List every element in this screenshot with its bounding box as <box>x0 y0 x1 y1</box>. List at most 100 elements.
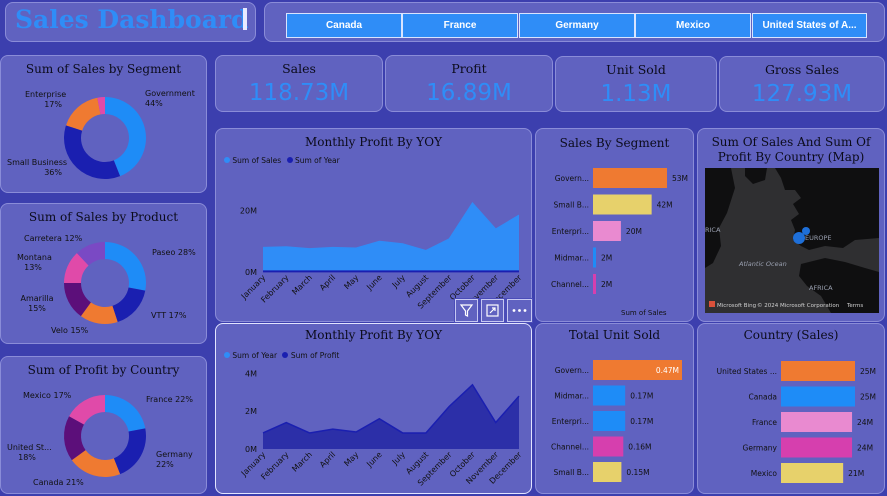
chart-title: Sum Of Sales And Sum Of Profit By Countr… <box>711 135 871 164</box>
country-slicer-card: Canada France Germany Mexico United Stat… <box>264 2 885 42</box>
bar <box>781 386 855 407</box>
bar-chart-segment[interactable]: Govern... 53M Small B... 42M Enterpri... 20M M… <box>536 129 695 323</box>
donut-chart-product[interactable] <box>1 204 208 345</box>
slicer-button-germany[interactable]: Germany <box>519 13 635 38</box>
kpi-card-unit-sold: Unit Sold 1.13M <box>555 56 717 112</box>
bar-value-label: 24M <box>857 418 873 427</box>
donut-card-product: Sum of Sales by Product Carretera 12% Pa… <box>0 203 207 344</box>
label-mexico: Mexico 17% <box>23 391 72 400</box>
slicer-button-united-states[interactable]: United States of A... <box>752 13 867 38</box>
bar <box>781 412 853 432</box>
x-tick-label: May <box>342 450 360 468</box>
label-government: Government 44% <box>145 89 195 108</box>
bar-category-label: Enterpri... <box>552 227 589 236</box>
x-tick-label: June <box>364 273 383 292</box>
slicer-button-france[interactable]: France <box>402 13 518 38</box>
donut-slice-france <box>105 395 146 432</box>
kpi-value: 118.73M <box>248 80 350 106</box>
bar-value-label: 20M <box>626 227 642 236</box>
bar-category-label: Canada <box>748 393 777 402</box>
label-vtt: VTT 17% <box>151 311 187 320</box>
map-label-africa: AFRICA <box>809 284 833 292</box>
bar-value-label: 24M <box>857 444 873 453</box>
bar-value-label: 25M <box>860 393 876 402</box>
x-tick-label: April <box>318 273 337 292</box>
bar-category-label: Channel... <box>551 280 589 289</box>
x-tick-label: May <box>342 273 360 291</box>
y-tick-label: 20M <box>240 206 257 215</box>
bar-value-label: 0.17M <box>630 417 653 426</box>
x-tick-label: June <box>364 450 383 469</box>
more-options-icon[interactable] <box>507 299 532 322</box>
kpi-value: 1.13M <box>600 81 672 107</box>
bar-category-label: Small B... <box>553 201 589 210</box>
label-paseo: Paseo 28% <box>152 248 196 257</box>
area-series-1 <box>263 202 519 272</box>
area-chart-profit[interactable]: 4M2M0MJanuaryFebruary March April May June Ju… <box>216 324 533 495</box>
bar-chart-units[interactable]: Govern... 0.47M Midmar... 0.17M Enterpri... 0… <box>536 324 695 495</box>
bar-chart-country[interactable]: United States ... 25M Canada 25M France 24M Ge… <box>698 324 886 495</box>
donut-card-segment: Sum of Sales by Segment Government 44% En… <box>0 55 207 193</box>
label-france: France 22% <box>146 395 193 404</box>
bar <box>593 274 596 294</box>
bar <box>593 462 622 482</box>
monthly-profit-card: Monthly Profit By YOY Sum of Year Sum of… <box>215 323 532 494</box>
filter-icon[interactable] <box>455 299 478 322</box>
map-view[interactable]: EUROPE Atlantic Ocean AFRICA RICA Micros… <box>705 168 879 313</box>
bar-category-label: Midmar... <box>554 254 589 263</box>
label-enterprise: Enterprise 17% <box>25 90 67 109</box>
kpi-label: Gross Sales <box>764 62 840 77</box>
donut-slice-paseo <box>105 242 146 291</box>
map-terms: Terms <box>846 303 863 309</box>
bar <box>781 437 853 458</box>
bar <box>781 361 855 381</box>
x-tick-label: March <box>290 273 314 297</box>
bar-category-label: Mexico <box>751 469 778 478</box>
focus-mode-icon[interactable] <box>481 299 504 322</box>
kpi-card-profit: Profit 16.89M <box>385 55 553 112</box>
label-velo: Velo 15% <box>51 326 89 335</box>
x-tick-label: April <box>318 450 337 469</box>
kpi-value: 16.89M <box>426 80 512 106</box>
bar <box>593 194 652 215</box>
bar <box>593 385 626 406</box>
x-tick-label: March <box>290 450 314 474</box>
bar <box>593 411 626 431</box>
bar-category-label: France <box>752 418 777 427</box>
bar-value-label: 0.16M <box>628 443 651 452</box>
map-landmass-greenland <box>745 168 767 184</box>
label-small-business: Small Business 36% <box>7 158 68 177</box>
bar-value-label: 0.47M <box>656 366 679 375</box>
map-bing-label: Microsoft Bing <box>717 303 756 309</box>
kpi-label: Unit Sold <box>606 62 666 77</box>
map-card: Sum Of Sales And Sum Of Profit By Countr… <box>697 128 885 322</box>
bar-category-label: United States ... <box>717 367 777 376</box>
bar-category-label: Germany <box>743 444 778 453</box>
y-tick-label: 0M <box>245 268 257 277</box>
bar <box>593 221 621 241</box>
donut-chart-profit-country[interactable] <box>1 357 208 495</box>
y-tick-label: 4M <box>245 369 257 378</box>
label-germany: Germany 22% <box>156 450 193 469</box>
slicer-button-mexico[interactable]: Mexico <box>635 13 751 38</box>
label-carretera: Carretera 12% <box>24 234 83 243</box>
bar <box>593 247 596 268</box>
bar-category-label: Govern... <box>555 174 589 183</box>
bar <box>593 436 624 457</box>
bar-value-label: 0.17M <box>630 392 653 401</box>
kpi-label: Profit <box>451 61 487 76</box>
area-chart-sales[interactable]: 20M0MJanuaryFebruary March April May June Jul… <box>216 129 533 323</box>
bar-value-label: 0.15M <box>626 468 649 477</box>
slicer-button-canada[interactable]: Canada <box>286 13 402 38</box>
page-title: Sales Dashboard <box>15 5 249 34</box>
segment-bars-card: Sales By Segment Govern... 53M Small B... 4… <box>535 128 694 322</box>
bing-logo-icon <box>709 301 715 307</box>
bar <box>593 168 667 188</box>
y-tick-label: 2M <box>245 407 257 416</box>
map-landmass-americas <box>705 168 735 268</box>
monthly-sales-card: Monthly Profit By YOY Sum of Sales Sum o… <box>215 128 532 322</box>
bar-value-label: 21M <box>848 469 864 478</box>
x-tick-label: July <box>390 273 407 290</box>
kpi-label: Sales <box>282 61 316 76</box>
label-united-states: United St... 18% <box>7 443 52 462</box>
